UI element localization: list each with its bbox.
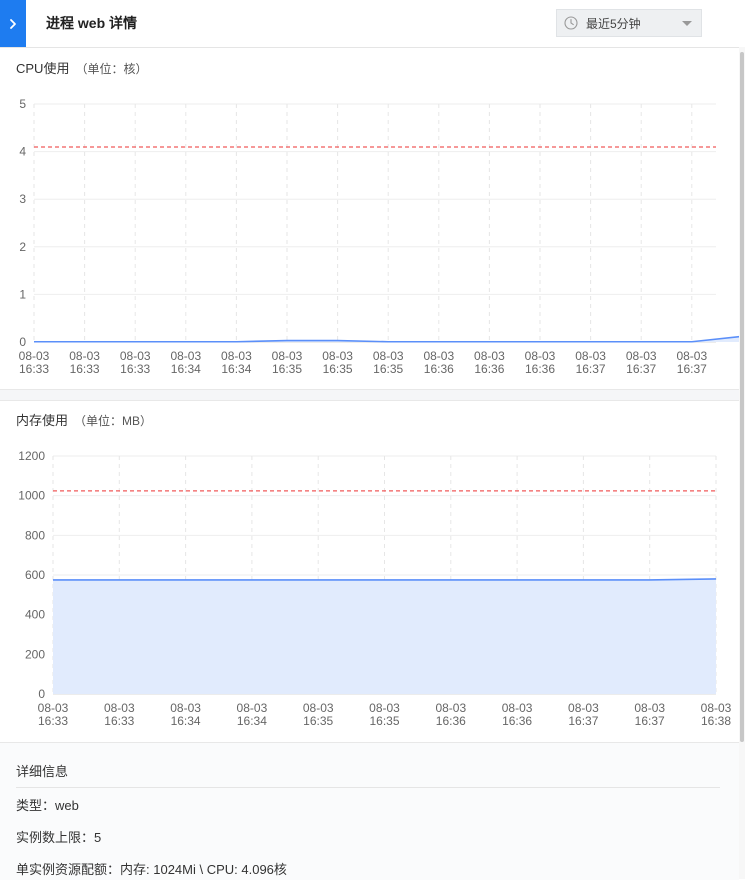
y-tick-label: 0 xyxy=(38,687,45,701)
detail-resource-label: 单实例资源配额： xyxy=(16,862,121,877)
x-tick-label: 08-03 16:36 xyxy=(435,701,466,728)
x-tick-time: 16:36 xyxy=(502,714,532,728)
details-panel: 详细信息 类型：web 实例数上限：5 单实例资源配额：内存: 1024Mi \… xyxy=(0,742,739,880)
detail-limit-label: 实例数上限： xyxy=(16,830,95,845)
x-tick-date: 08-03 xyxy=(170,701,201,715)
y-tick-label: 1000 xyxy=(18,489,45,503)
x-tick-date: 08-03 xyxy=(701,701,732,715)
x-tick-time: 16:33 xyxy=(104,714,134,728)
x-tick-date: 08-03 xyxy=(303,701,334,715)
x-tick-date: 08-03 xyxy=(435,701,466,715)
y-tick-label: 800 xyxy=(25,528,45,542)
x-tick-time: 16:34 xyxy=(171,714,201,728)
x-tick-label: 08-03 16:33 xyxy=(38,701,69,728)
details-divider xyxy=(16,787,720,788)
x-tick-time: 16:37 xyxy=(568,714,598,728)
x-tick-label: 08-03 16:38 xyxy=(701,701,732,728)
detail-resource-value: 内存: 1024Mi \ CPU: 4.096核 xyxy=(120,862,287,877)
memory-usage-chart: 02004006008001000120008-03 16:3308-03 16:3… xyxy=(18,449,732,728)
x-tick-date: 08-03 xyxy=(634,701,665,715)
x-tick-label: 08-03 16:34 xyxy=(237,701,268,728)
x-tick-time: 16:36 xyxy=(436,714,466,728)
detail-limit-value: 5 xyxy=(94,830,102,845)
details-title: 详细信息 xyxy=(16,764,69,779)
x-tick-label: 08-03 16:35 xyxy=(369,701,400,728)
x-tick-label: 08-03 16:34 xyxy=(170,701,201,728)
y-tick-label: 200 xyxy=(25,647,45,661)
detail-type-value: web xyxy=(55,798,79,813)
x-tick-date: 08-03 xyxy=(237,701,268,715)
x-tick-time: 16:34 xyxy=(237,714,267,728)
y-tick-label: 1200 xyxy=(18,449,45,463)
x-tick-date: 08-03 xyxy=(568,701,599,715)
detail-resource-row: 单实例资源配额：内存: 1024Mi \ CPU: 4.096核 xyxy=(16,859,287,878)
x-tick-label: 08-03 16:37 xyxy=(634,701,665,728)
x-tick-time: 16:35 xyxy=(303,714,333,728)
y-tick-label: 600 xyxy=(25,568,45,582)
detail-type-row: 类型：web xyxy=(16,795,79,814)
y-tick-label: 400 xyxy=(25,608,45,622)
scrollbar-thumb[interactable] xyxy=(740,52,744,742)
detail-limit-row: 实例数上限：5 xyxy=(16,827,101,846)
x-tick-label: 08-03 16:35 xyxy=(303,701,334,728)
detail-type-label: 类型： xyxy=(16,798,56,813)
x-tick-time: 16:33 xyxy=(38,714,68,728)
x-tick-date: 08-03 xyxy=(369,701,400,715)
x-tick-label: 08-03 16:36 xyxy=(502,701,533,728)
x-tick-date: 08-03 xyxy=(104,701,135,715)
series-area xyxy=(53,578,716,694)
x-tick-time: 16:38 xyxy=(701,714,731,728)
x-tick-date: 08-03 xyxy=(502,701,533,715)
x-tick-time: 16:35 xyxy=(369,714,399,728)
x-tick-label: 08-03 16:37 xyxy=(568,701,599,728)
x-tick-time: 16:37 xyxy=(635,714,665,728)
x-tick-date: 08-03 xyxy=(38,701,69,715)
x-tick-label: 08-03 16:33 xyxy=(104,701,135,728)
